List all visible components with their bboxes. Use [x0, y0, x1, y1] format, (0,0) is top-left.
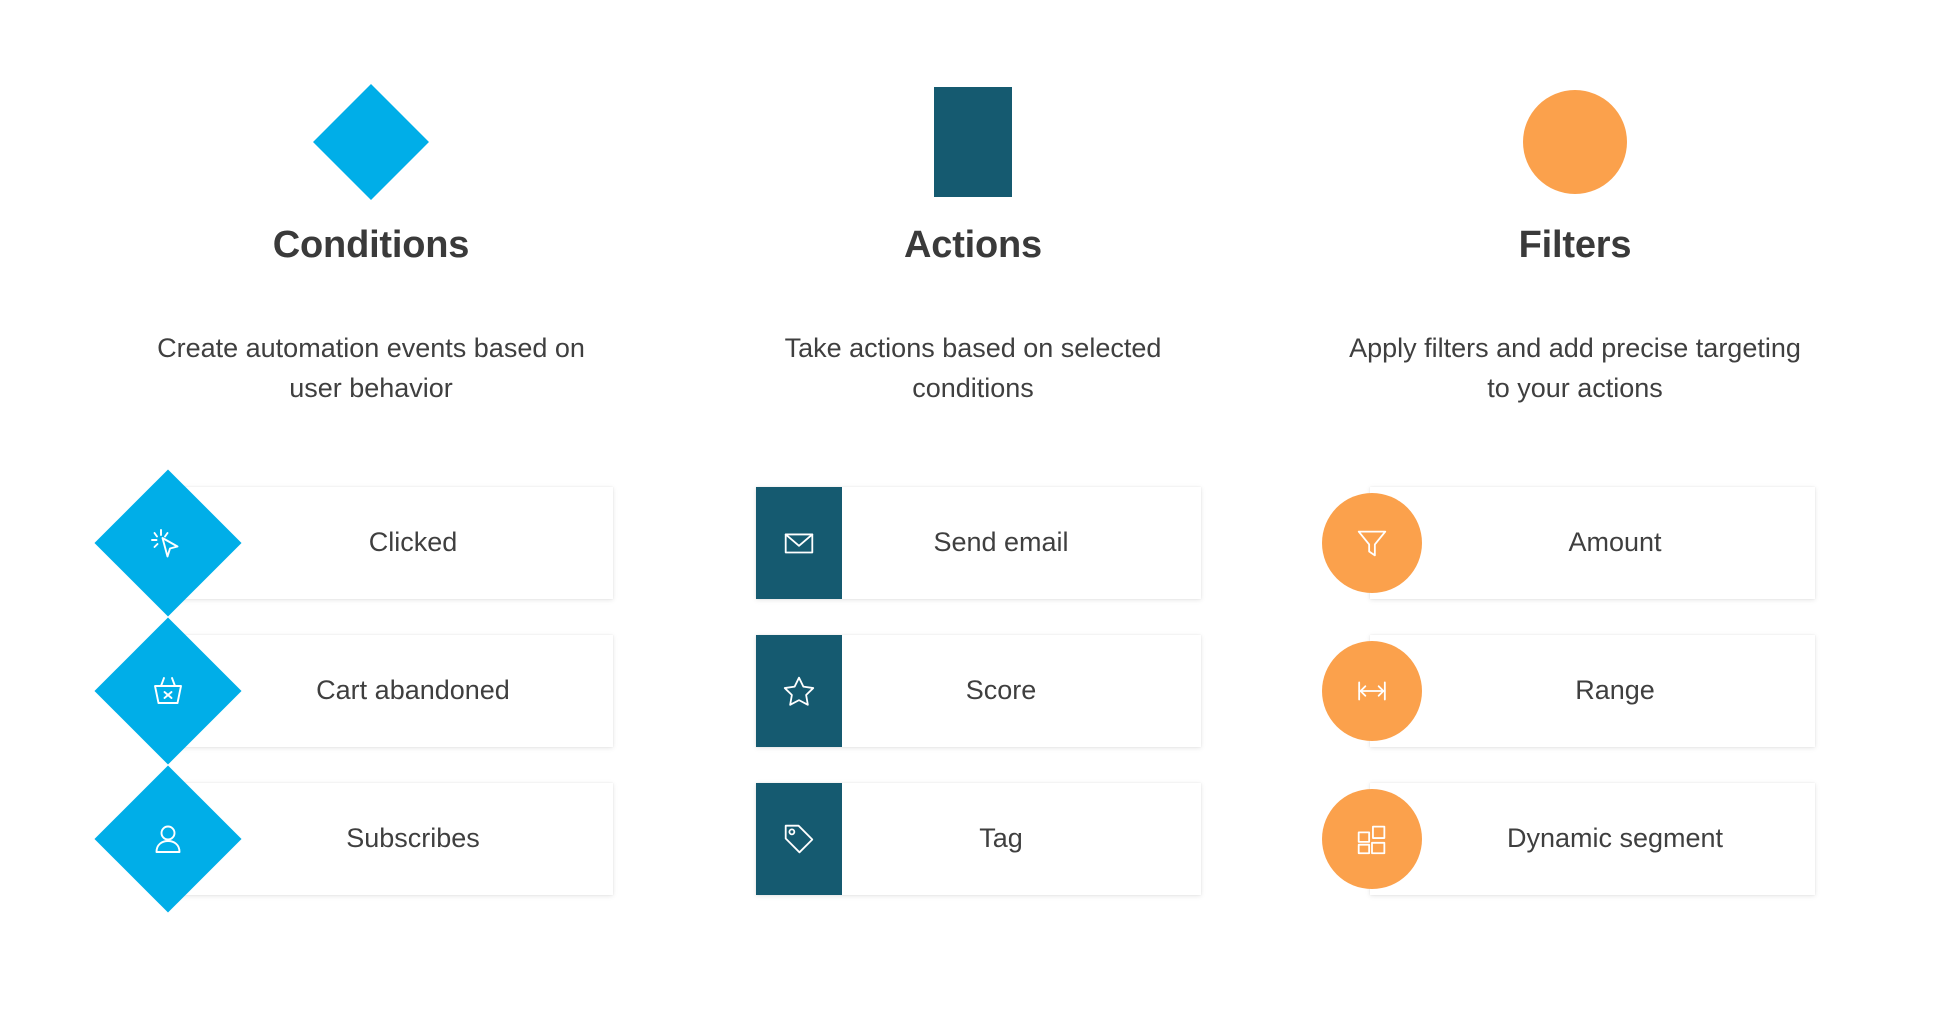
card-tag[interactable]: Tag — [755, 782, 1201, 895]
actions-card-list: Send email Score Tag — [672, 486, 1274, 895]
automation-feature-board: Conditions Create automation events base… — [0, 0, 1946, 1036]
column-actions: Actions Take actions based on selected c… — [672, 0, 1274, 1036]
column-description-conditions: Create automation events based on user b… — [157, 333, 585, 403]
card-score[interactable]: Score — [755, 634, 1201, 747]
card-cart-abandoned[interactable]: Cart abandoned — [93, 617, 613, 765]
actions-header-shape-slot — [672, 52, 1274, 232]
column-description-filters: Apply filters and add precise targeting … — [1349, 333, 1801, 403]
square-shape-icon — [934, 87, 1012, 197]
card-subscribes[interactable]: Subscribes — [93, 765, 613, 913]
column-description-actions: Take actions based on selected condition… — [784, 333, 1162, 403]
card-amount[interactable]: Amount — [1321, 486, 1815, 599]
column-conditions: Conditions Create automation events base… — [70, 0, 672, 1036]
card-label: Cart abandoned — [316, 675, 510, 706]
card-send-email[interactable]: Send email — [755, 486, 1201, 599]
circle-shape-icon — [1523, 90, 1627, 194]
card-label: Dynamic segment — [1506, 823, 1724, 854]
filters-header-shape-slot — [1274, 52, 1876, 232]
card-label: Amount — [1568, 527, 1662, 558]
card-label: Subscribes — [346, 823, 480, 854]
column-title-filters: Filters — [1518, 224, 1632, 266]
card-clicked[interactable]: Clicked — [93, 469, 613, 617]
conditions-card-list: Clicked Cart abandoned Subscribes — [70, 469, 672, 913]
card-range[interactable]: Range — [1321, 634, 1815, 747]
conditions-header-shape-slot — [70, 52, 672, 232]
column-title-actions: Actions — [904, 224, 1042, 266]
card-label: Range — [1575, 675, 1655, 706]
card-label: Tag — [979, 823, 1023, 854]
column-title-conditions: Conditions — [272, 224, 470, 266]
card-dynamic-segment[interactable]: Dynamic segment — [1321, 782, 1815, 895]
column-filters: Filters Apply filters and add precise ta… — [1274, 0, 1876, 1036]
card-label: Send email — [933, 527, 1069, 558]
filters-card-list: Amount Range Dynamic segment — [1274, 486, 1876, 895]
card-label: Score — [965, 675, 1037, 706]
card-label: Clicked — [368, 527, 458, 558]
diamond-shape-icon — [313, 84, 429, 200]
